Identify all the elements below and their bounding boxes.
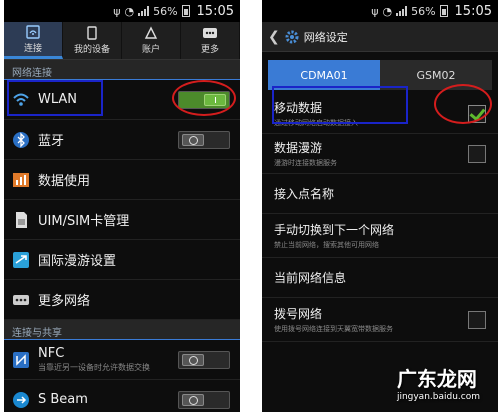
- setting-description: 使用拨号网络连接到天翼宽带数据服务: [274, 325, 393, 333]
- more-networks-icon: [13, 294, 29, 305]
- setting-label: UIM/SIM卡管理: [38, 214, 130, 229]
- page-title: 网络设定: [303, 30, 348, 44]
- setting-label: 蓝牙: [38, 134, 65, 149]
- signal-icon: [396, 6, 408, 16]
- tab-label: 更多: [200, 45, 219, 55]
- battery-percent: 56%: [153, 4, 178, 18]
- setting-label: 接入点名称: [274, 187, 335, 201]
- toggle-knob: [182, 393, 204, 406]
- highlight-circle-wlan-toggle: [172, 80, 236, 116]
- toggle-knob: [182, 353, 204, 366]
- setting-label: 更多网络: [38, 294, 91, 309]
- setting-s-beam[interactable]: S Beam: [4, 380, 240, 412]
- connections-icon: [26, 24, 40, 39]
- setting-access-point-names[interactable]: 接入点名称: [262, 174, 498, 214]
- setting-roaming[interactable]: 国际漫游设置: [4, 240, 240, 280]
- status-bar: ψ ◔ 56% 15:05: [4, 0, 240, 22]
- s-beam-toggle[interactable]: [178, 390, 230, 409]
- tab-my-device[interactable]: 我的设备: [63, 22, 122, 59]
- setting-data-roaming[interactable]: 数据漫游 漫游时连接数据服务: [262, 134, 498, 174]
- toggle-knob: [182, 133, 204, 146]
- setting-data-usage[interactable]: 数据使用: [4, 160, 240, 200]
- data-roaming-checkbox[interactable]: [468, 144, 486, 163]
- setting-bluetooth[interactable]: 蓝牙: [4, 120, 240, 160]
- signal-icon: [138, 6, 150, 16]
- setting-label: 当前网络信息: [274, 271, 347, 285]
- clock: 15:05: [196, 3, 234, 19]
- gear-icon: [285, 30, 299, 43]
- action-bar: ❮ 网络设定: [262, 22, 498, 52]
- tab-more[interactable]: 更多: [181, 22, 240, 59]
- setting-description: 漫游时连接数据服务: [274, 159, 337, 167]
- highlight-box-mobile-data: [272, 86, 408, 124]
- setting-label: 国际漫游设置: [38, 254, 117, 269]
- sim-card-icon: [16, 211, 27, 228]
- device-icon: [87, 26, 97, 40]
- tab-label: 账户: [141, 45, 160, 55]
- settings-screen: ψ ◔ 56% 15:05 连接 我的设备 账户 更多 网络连接 WLAN 蓝牙: [4, 0, 240, 412]
- setting-label: NFC: [38, 346, 65, 361]
- usb-icon: ψ: [371, 4, 379, 18]
- setting-switch-network[interactable]: 手动切换到下一个网络 禁止当前网络，搜索其他可用网络: [262, 214, 498, 258]
- nfc-icon: [13, 351, 29, 368]
- back-chevron-icon[interactable]: ❮: [268, 29, 280, 45]
- tab-accounts[interactable]: 账户: [122, 22, 181, 59]
- wifi-signal-icon: ◔: [382, 4, 393, 18]
- setting-description: 禁止当前网络，搜索其他可用网络: [274, 241, 379, 249]
- highlight-box-wlan: [7, 80, 103, 116]
- battery-icon: [439, 5, 448, 17]
- battery-percent: 56%: [411, 4, 436, 18]
- dialup-checkbox[interactable]: [468, 310, 486, 329]
- setting-label: S Beam: [38, 392, 88, 407]
- setting-label: 拨号网络: [274, 307, 323, 321]
- highlight-circle-mobile-data-checkbox: [434, 84, 492, 124]
- s-beam-icon: [13, 391, 29, 408]
- watermark-url: jingyan.baidu.com: [396, 392, 480, 402]
- bluetooth-toggle[interactable]: [178, 130, 230, 149]
- setting-label: 手动切换到下一个网络: [274, 223, 395, 237]
- bluetooth-icon: [13, 131, 29, 148]
- setting-more-networks[interactable]: 更多网络: [4, 280, 240, 320]
- watermark-brand: 广东龙网: [396, 367, 477, 391]
- setting-label: 数据使用: [38, 174, 91, 189]
- setting-sim-management[interactable]: UIM/SIM卡管理: [4, 200, 240, 240]
- setting-description: 当靠近另一设备时允许数据交换: [38, 363, 150, 372]
- watermark: 广东龙网 jingyan.baidu.com: [397, 363, 480, 402]
- network-settings-screen: ψ ◔ 56% 15:05 ❮ 网络设定 CDMA01 GSM02 移动数据 通…: [262, 0, 498, 412]
- section-header-sharing: 连接与共享: [4, 320, 240, 340]
- tab-connections[interactable]: 连接: [4, 22, 63, 59]
- usb-icon: ψ: [113, 4, 121, 18]
- data-usage-icon: [13, 172, 29, 187]
- status-bar: ψ ◔ 56% 15:05: [262, 0, 498, 22]
- tab-label: 连接: [23, 43, 42, 54]
- wifi-signal-icon: ◔: [124, 4, 135, 18]
- nfc-toggle[interactable]: [178, 350, 230, 369]
- settings-tabs: 连接 我的设备 账户 更多: [4, 22, 240, 60]
- clock: 15:05: [454, 3, 492, 19]
- roaming-icon: [13, 251, 29, 268]
- setting-nfc[interactable]: NFC 当靠近另一设备时允许数据交换: [4, 340, 240, 380]
- tab-label: 我的设备: [73, 45, 110, 55]
- more-dots-icon: [203, 28, 217, 38]
- accounts-icon: [144, 26, 158, 39]
- setting-current-network-info[interactable]: 当前网络信息: [262, 258, 498, 298]
- section-header-network: 网络连接: [4, 60, 240, 80]
- setting-label: 数据漫游: [274, 141, 323, 155]
- battery-icon: [181, 5, 190, 17]
- setting-dialup-network[interactable]: 拨号网络 使用拨号网络连接到天翼宽带数据服务: [262, 298, 498, 342]
